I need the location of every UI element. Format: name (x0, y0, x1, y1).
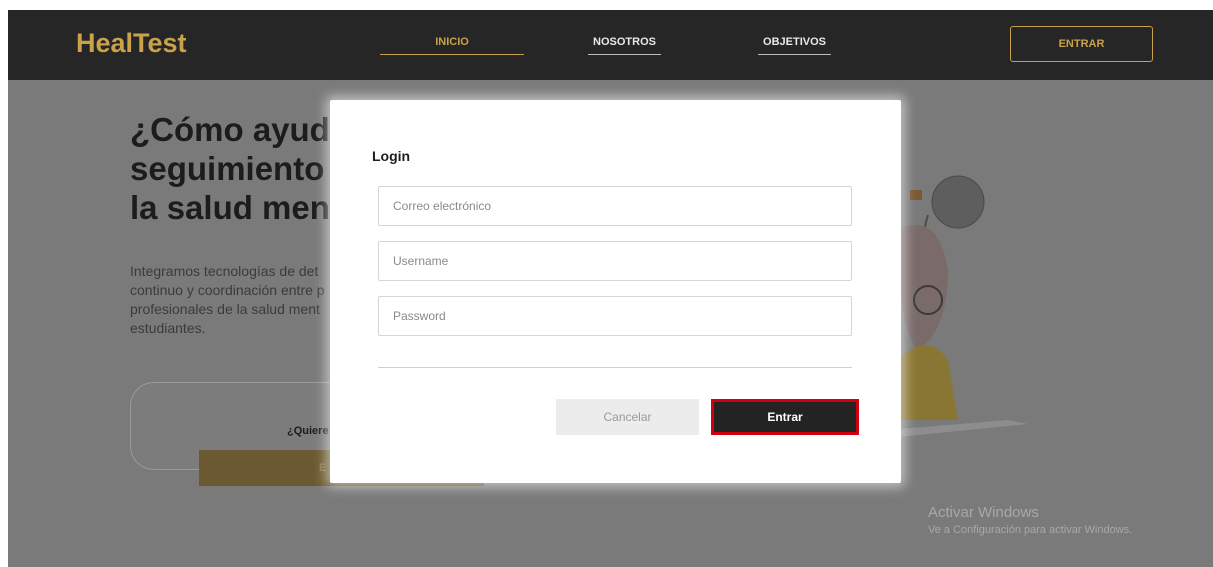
hero-card-text: ¿Quiere (287, 425, 329, 437)
student-illustration (888, 175, 1028, 438)
browser-viewport: HealTest INICIO NOSOTROS OBJETIVOS ENTRA… (8, 10, 1213, 567)
modal-divider (378, 367, 852, 368)
top-navbar: HealTest INICIO NOSOTROS OBJETIVOS ENTRA… (8, 10, 1213, 80)
nav-entrar-button[interactable]: ENTRAR (1010, 26, 1153, 62)
submit-login-button[interactable]: Entrar (711, 399, 859, 435)
watermark-subtitle: Ve a Configuración para activar Windows. (928, 524, 1133, 536)
email-field[interactable] (378, 186, 852, 226)
brand-logo[interactable]: HealTest (76, 28, 187, 59)
cancel-button[interactable]: Cancelar (556, 399, 699, 435)
username-field[interactable] (378, 241, 852, 281)
nav-link-nosotros[interactable]: NOSOTROS (588, 36, 661, 55)
screen: HealTest INICIO NOSOTROS OBJETIVOS ENTRA… (0, 0, 1213, 567)
watermark-title: Activar Windows (928, 504, 1039, 521)
windows-activation-watermark: Activar Windows Ve a Configuración para … (928, 504, 1132, 536)
password-field[interactable] (378, 296, 852, 336)
login-modal: Login Cancelar Entrar (330, 100, 901, 483)
nav-link-objetivos[interactable]: OBJETIVOS (758, 36, 831, 55)
nav-link-inicio[interactable]: INICIO (380, 36, 524, 55)
modal-title: Login (372, 148, 411, 164)
